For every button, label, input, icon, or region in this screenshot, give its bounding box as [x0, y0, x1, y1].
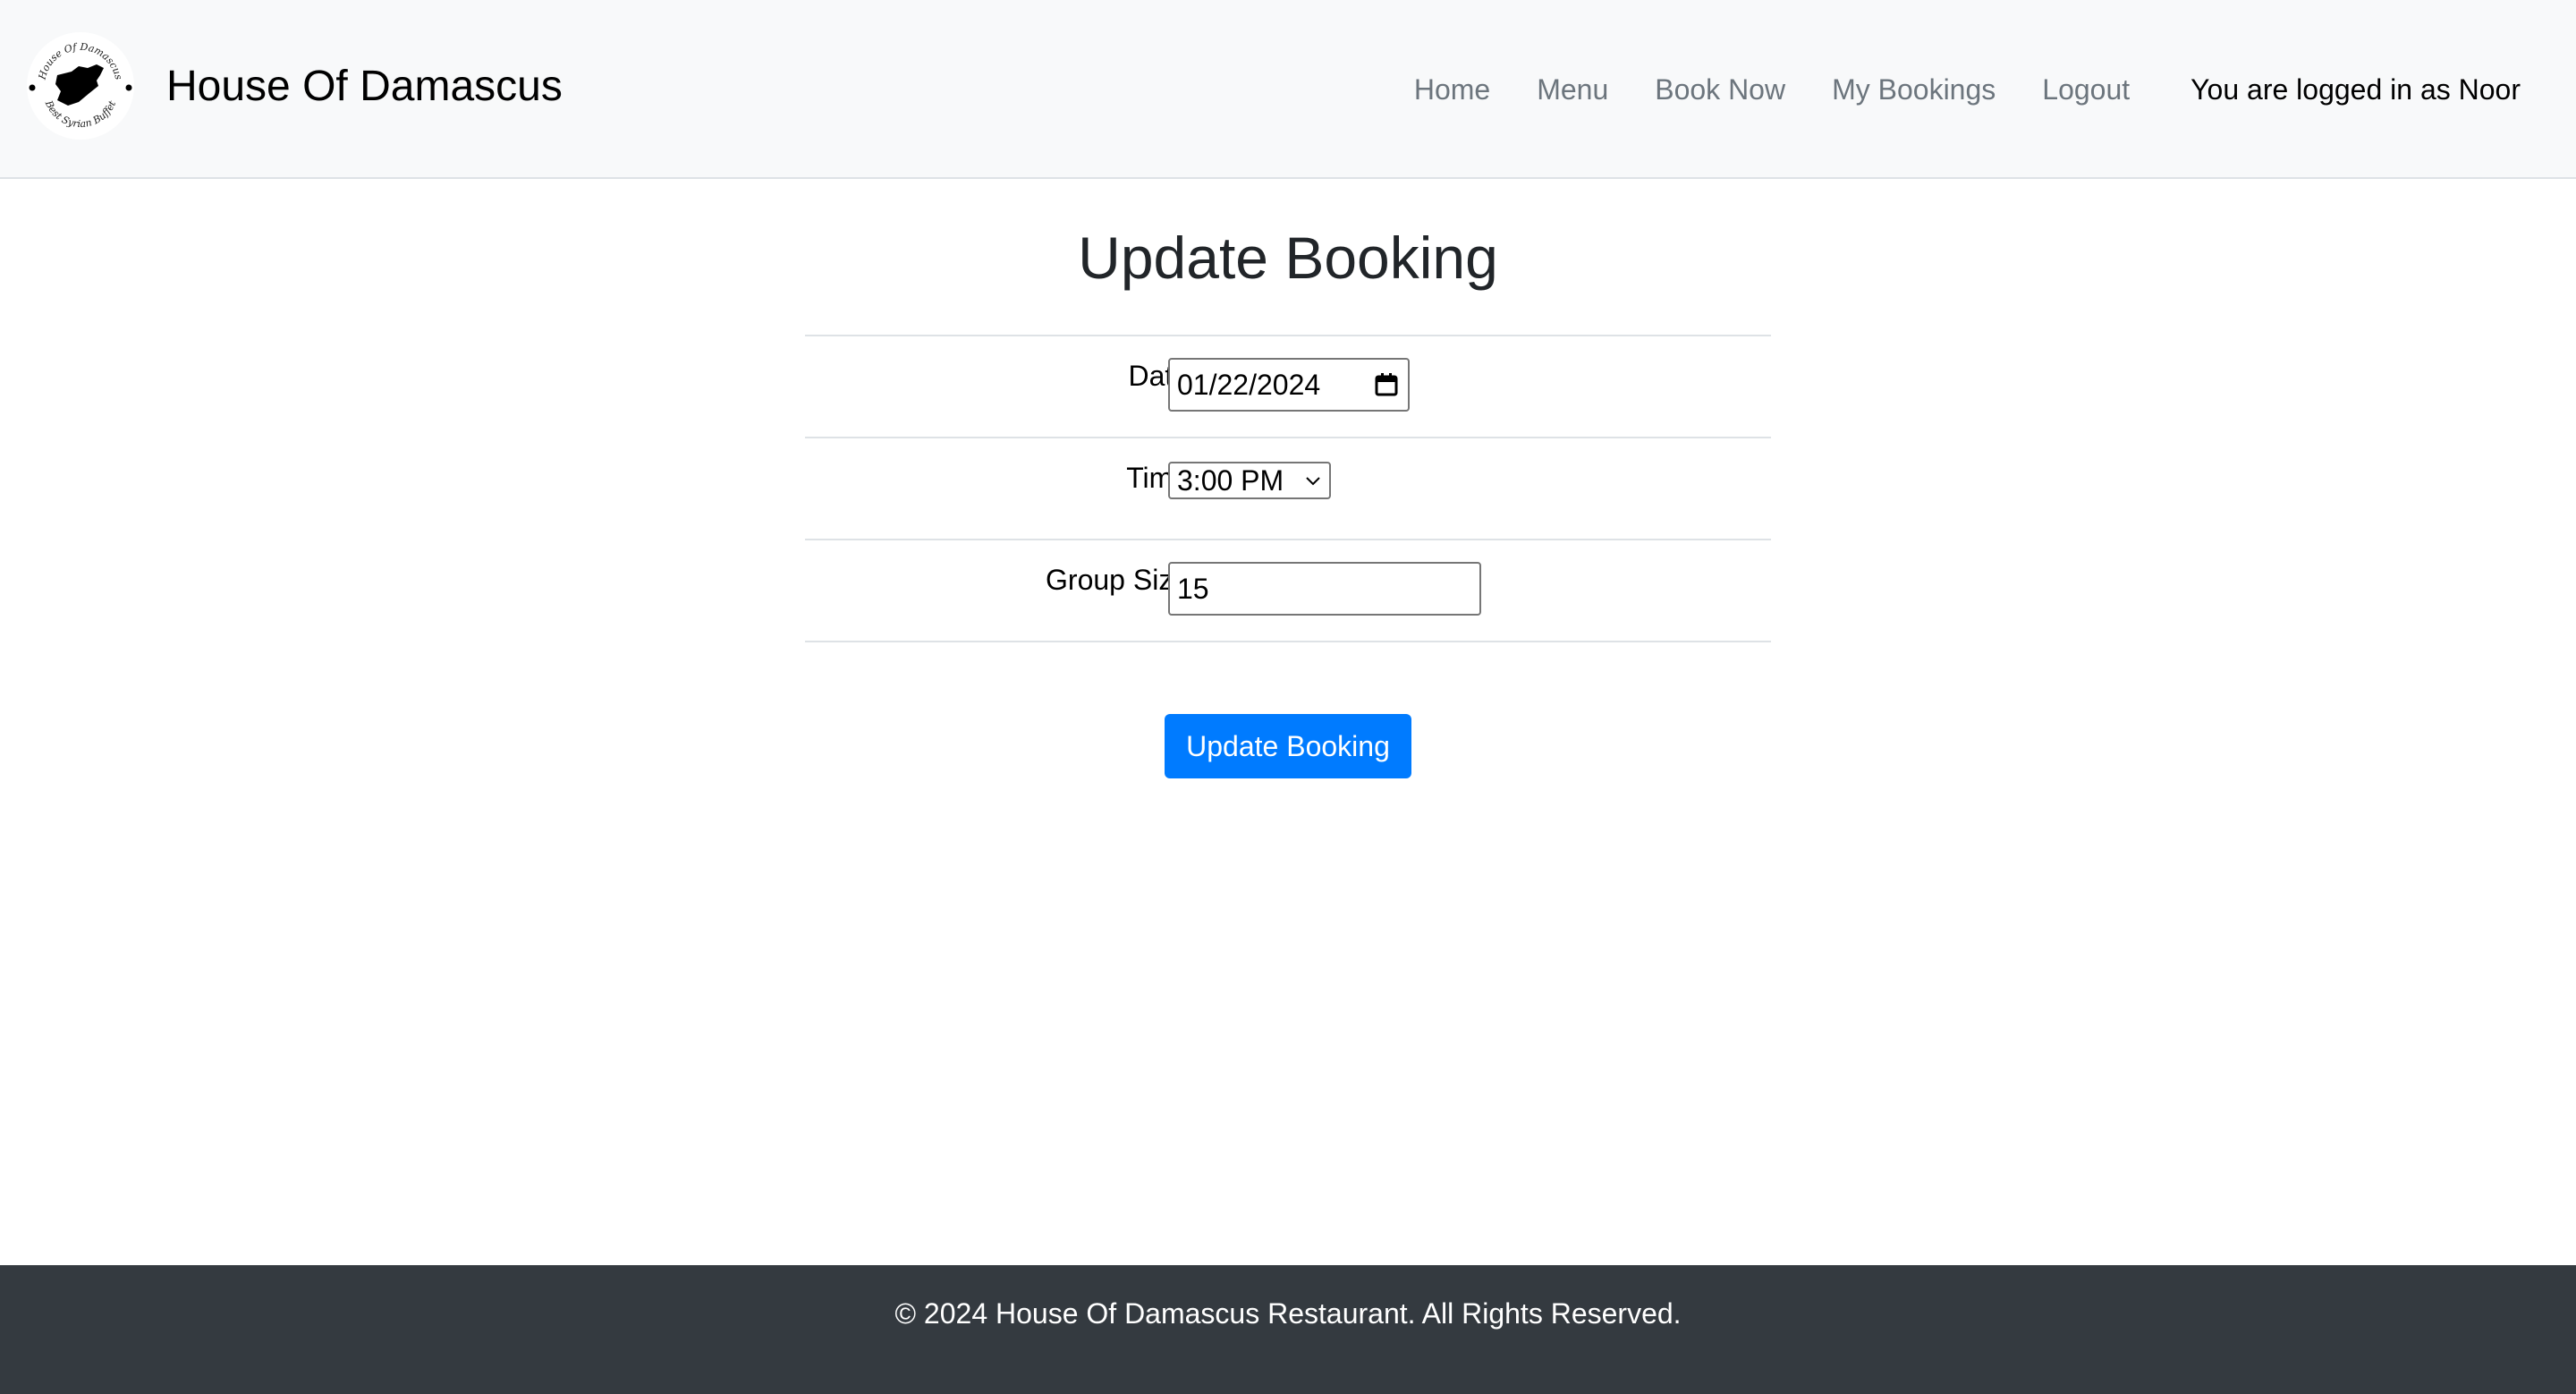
chevron-down-icon	[1306, 477, 1320, 486]
date-input[interactable]: 01/22/2024	[1168, 358, 1410, 412]
update-booking-button[interactable]: Update Booking	[1165, 714, 1411, 778]
time-value: 3:00 PM	[1177, 463, 1284, 497]
form-row-time: Time: 3:00 PM	[805, 437, 1771, 539]
form-row-date: Date: 01/22/2024	[805, 335, 1771, 437]
calendar-icon[interactable]	[1374, 372, 1399, 397]
form-row-group-size: Group Size: 15	[805, 539, 1771, 642]
nav-home[interactable]: Home	[1414, 73, 1490, 106]
group-size-input[interactable]: 15	[1168, 562, 1481, 616]
logo-icon: House Of Damascus Best Syrian Buffet	[27, 32, 134, 140]
brand-link[interactable]: House Of Damascus Best Syrian Buffet Hou…	[25, 30, 563, 141]
nav-logout[interactable]: Logout	[2042, 73, 2130, 106]
footer: © 2024 House Of Damascus Restaurant. All…	[0, 1265, 2576, 1394]
booking-form: Date: 01/22/2024 Time: 3:00 PM Group Siz…	[805, 335, 1771, 642]
footer-copyright: © 2024 House Of Damascus Restaurant. All…	[894, 1297, 1682, 1330]
nav-my-bookings[interactable]: My Bookings	[1832, 73, 1996, 106]
nav-links: Home Menu Book Now My Bookings Logout Yo…	[1414, 0, 2576, 179]
nav-book-now[interactable]: Book Now	[1655, 73, 1785, 106]
group-size-value: 15	[1177, 572, 1209, 605]
nav-menu[interactable]: Menu	[1537, 73, 1608, 106]
page-title: Update Booking	[1078, 225, 1498, 291]
date-value: 01/22/2024	[1177, 368, 1321, 401]
time-select[interactable]: 3:00 PM	[1168, 462, 1331, 499]
navbar: House Of Damascus Best Syrian Buffet Hou…	[0, 0, 2576, 179]
logged-in-status: You are logged in as Noor	[2190, 72, 2521, 106]
brand-name: House Of Damascus	[166, 62, 563, 110]
